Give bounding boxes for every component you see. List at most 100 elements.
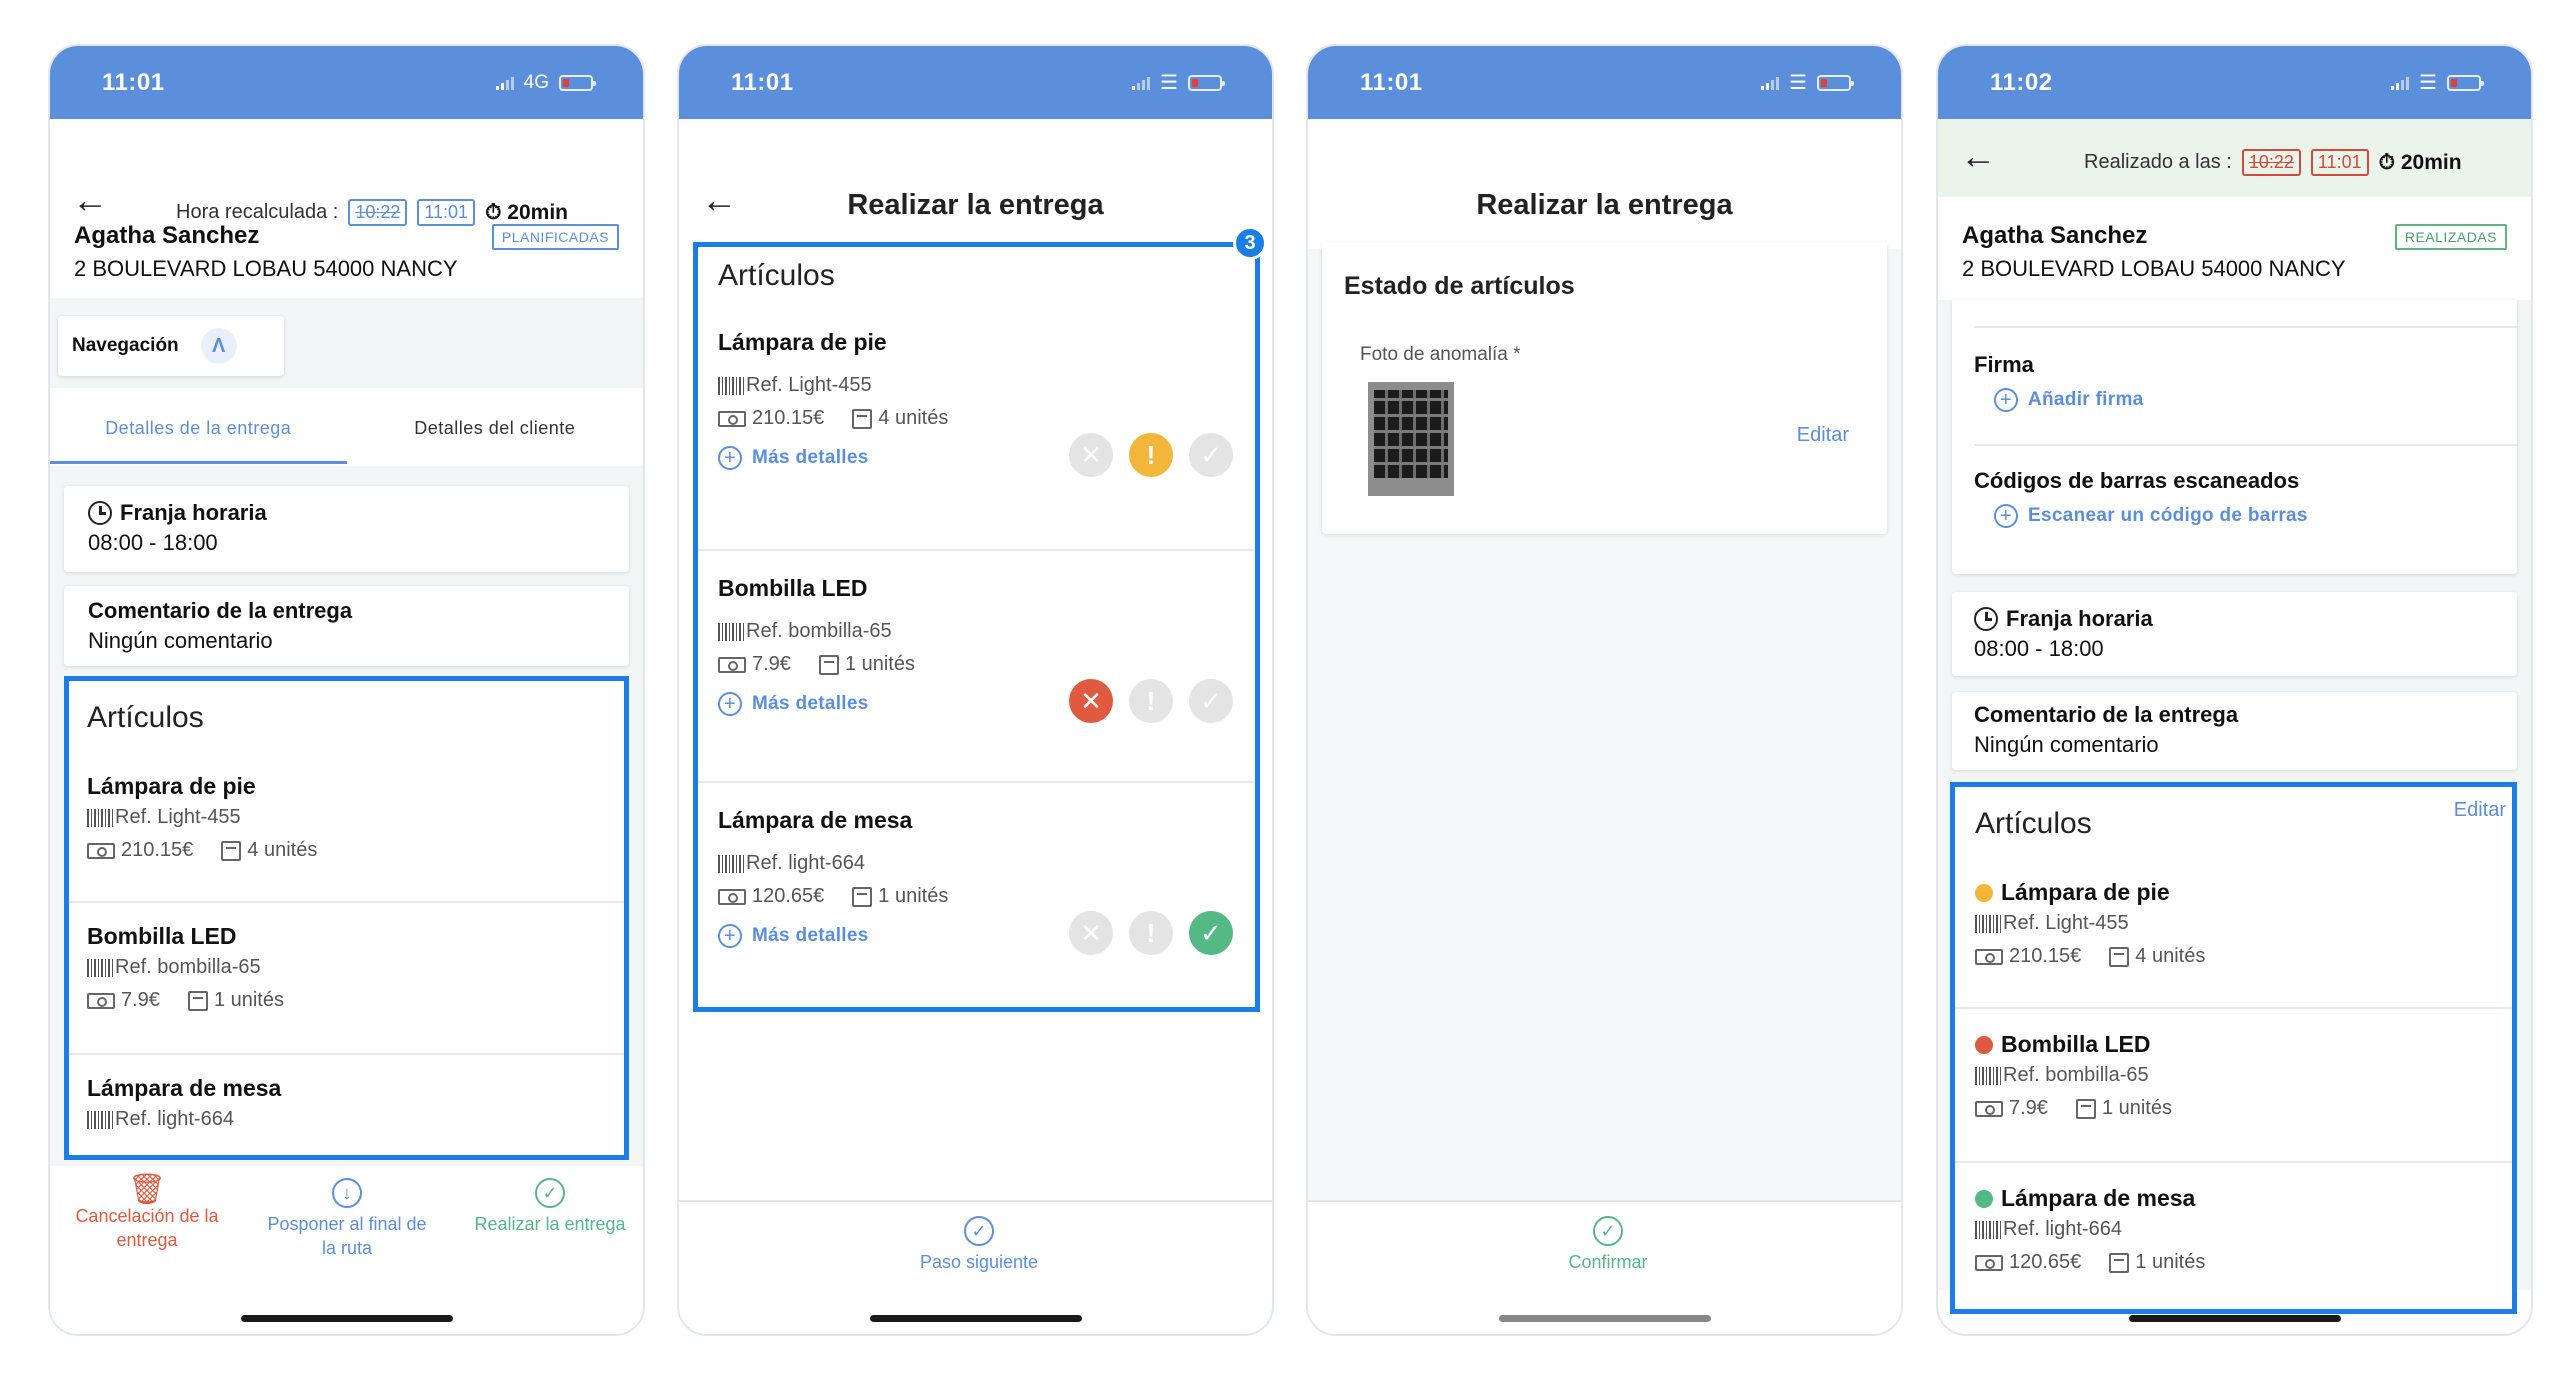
screen-delivery-done: 11:02 ☰ ← Realizado a las : 10:22 11:01 … <box>1936 44 2533 1336</box>
barcode-icon <box>1975 1220 2001 1239</box>
list-item[interactable]: Lámpara de pie Ref. Light-455 210.15€ 4 u… <box>69 761 624 874</box>
barcode-icon <box>87 1110 113 1129</box>
edit-articles-link[interactable]: Editar <box>2454 799 2506 822</box>
delivery-comment-card: Comentario de la entrega Ningún comentar… <box>1952 692 2517 770</box>
navigation-button[interactable]: Navegación Λ <box>58 316 284 376</box>
tab-delivery-details[interactable]: Detalles de la entrega <box>50 388 347 464</box>
scan-barcode-link[interactable]: + Escanear un código de barras <box>1994 504 2308 528</box>
page-title: Realizar la entrega <box>847 189 1104 221</box>
signal-icon <box>1132 76 1151 90</box>
quantity-icon <box>2075 1098 2096 1119</box>
price-icon <box>718 656 746 673</box>
screen-perform-delivery: 11:01 ☰ ← Realizar la entrega Artículos … <box>677 44 1274 1336</box>
plus-circle-icon: + <box>1994 388 2018 412</box>
accept-icon[interactable]: ✓ <box>1189 433 1233 477</box>
card-title: Estado de artículos <box>1344 272 1575 300</box>
list-item[interactable]: Lámpara de pie Ref. Light-455 210.15€ 4 u… <box>1955 867 2512 980</box>
anomaly-photo[interactable] <box>1368 382 1454 496</box>
photo-label: Foto de anomalía * <box>1360 344 1521 365</box>
next-step-button[interactable]: ✓ Paso siguiente <box>879 1216 1079 1274</box>
accept-icon[interactable]: ✓ <box>1189 911 1233 955</box>
list-item[interactable]: Bombilla LED Ref. bombilla-65 7.9€ 1 unit… <box>69 901 624 1032</box>
quantity-icon <box>852 886 873 907</box>
edit-photo-link[interactable]: Editar <box>1797 424 1849 447</box>
status-time: 11:01 <box>102 68 165 96</box>
quantity-icon <box>852 408 873 429</box>
clock-icon <box>1974 607 1998 631</box>
list-item[interactable]: Lámpara de mesa Ref. light-664 120.65€ 1 … <box>1955 1161 2512 1296</box>
wifi-icon: ☰ <box>1160 71 1178 94</box>
price-icon <box>1975 1100 2003 1117</box>
check-icon: ✓ <box>1593 1216 1623 1246</box>
back-arrow-icon[interactable]: ← <box>72 182 108 218</box>
add-signature-link[interactable]: + Añadir firma <box>1994 388 2144 412</box>
time-slot-card: Franja horaria 08:00 - 18:00 <box>64 486 629 572</box>
arrow-down-icon: ↓ <box>332 1178 362 1208</box>
barcode-icon <box>718 622 744 641</box>
header: ← Realizar la entrega <box>679 119 1272 249</box>
tab-bar: Detalles de la entrega Detalles del clie… <box>50 388 643 464</box>
confirm-button[interactable]: ✓ Confirmar <box>1508 1216 1708 1274</box>
plus-circle-icon: + <box>718 446 742 470</box>
price-icon <box>1975 948 2003 965</box>
status-badge: REALIZADAS <box>2394 224 2507 250</box>
delivery-comment-card: Comentario de la entrega Ningún comentar… <box>64 586 629 666</box>
warning-icon[interactable]: ! <box>1129 433 1173 477</box>
success-status-icon <box>1975 1189 1993 1208</box>
price-icon <box>87 842 115 859</box>
action-footer: ✓ Confirmar <box>1308 1200 1901 1334</box>
reject-icon[interactable]: ✕ <box>1069 911 1113 955</box>
price-icon <box>87 992 115 1009</box>
home-indicator <box>869 1315 1082 1322</box>
status-badge: PLANIFICADAS <box>491 224 619 250</box>
barcode-icon <box>87 958 113 977</box>
list-item[interactable]: Bombilla LED Ref. bombilla-65 7.9€ 1 unit… <box>1955 1007 2512 1142</box>
price-icon <box>718 888 746 905</box>
time-slot-card: Franja horaria 08:00 - 18:00 <box>1952 592 2517 676</box>
warning-icon[interactable]: ! <box>1129 911 1173 955</box>
wifi-icon: ☰ <box>1789 71 1807 94</box>
warning-icon[interactable]: ! <box>1129 679 1173 723</box>
barcode-icon <box>718 376 744 395</box>
perform-delivery-button[interactable]: ✓ Realizar la entrega <box>460 1178 640 1236</box>
header: Realizar la entrega <box>1308 119 1901 249</box>
navigation-area: Navegación Λ <box>50 298 643 388</box>
barcode-icon <box>718 854 744 873</box>
articles-section: Artículos Lámpara de pie Ref. Light-455 … <box>64 676 629 1160</box>
customer-info: Agatha Sanchez 2 BOULEVARD LOBAU 54000 N… <box>1962 222 2507 282</box>
check-icon: ✓ <box>964 1216 994 1246</box>
customer-info: Agatha Sanchez 2 BOULEVARD LOBAU 54000 N… <box>74 222 619 282</box>
old-time-badge: 10:22 <box>2241 149 2301 176</box>
reject-icon[interactable]: ✕ <box>1069 679 1113 723</box>
barcode-icon <box>1975 914 2001 933</box>
signature-section: Firma + Añadir firma <box>1974 352 2144 412</box>
list-item: Lámpara de mesa Ref. light-664 120.65€ 1 … <box>698 781 1255 1007</box>
new-time-badge: 11:01 <box>2310 149 2369 176</box>
articles-section: Artículos Lámpara de pie Ref. Light-455 … <box>693 242 1260 1012</box>
battery-icon <box>2447 74 2484 91</box>
home-indicator <box>2128 1315 2341 1322</box>
list-item[interactable]: Lámpara de mesa Ref. light-664 <box>69 1053 624 1151</box>
list-item: Lámpara de pie Ref. Light-455 210.15€ 4 u… <box>698 317 1255 549</box>
battery-icon <box>1188 74 1225 91</box>
reject-icon[interactable]: ✕ <box>1069 433 1113 477</box>
tab-client-details[interactable]: Detalles del cliente <box>347 388 644 464</box>
customer-address: 2 BOULEVARD LOBAU 54000 NANCY <box>1962 256 2346 281</box>
duration: ⏱ 20min <box>2378 150 2462 174</box>
plus-circle-icon: + <box>718 692 742 716</box>
battery-icon <box>1817 74 1854 91</box>
articles-title: Artículos <box>87 701 204 734</box>
back-arrow-icon[interactable]: ← <box>1960 138 1996 174</box>
cancel-delivery-button[interactable]: 🗑 Cancelación de la entrega <box>62 1175 232 1252</box>
articles-title: Artículos <box>718 259 835 292</box>
list-item: Bombilla LED Ref. bombilla-65 7.9€ 1 unit… <box>698 549 1255 781</box>
screen-delivery-details: 11:01 4G ← Hora recalculada : 10:22 11:0… <box>48 44 645 1336</box>
article-count-badge: 3 <box>1233 226 1267 260</box>
postpone-button[interactable]: ↓ Posponer al final de la ruta <box>262 1178 432 1260</box>
navigation-arrow-icon: Λ <box>200 328 237 364</box>
barcode-icon <box>87 808 113 827</box>
action-footer: 🗑 Cancelación de la entrega ↓ Posponer a… <box>50 1166 643 1334</box>
accept-icon[interactable]: ✓ <box>1189 679 1233 723</box>
clock-icon <box>88 501 112 525</box>
quantity-icon <box>221 840 242 861</box>
